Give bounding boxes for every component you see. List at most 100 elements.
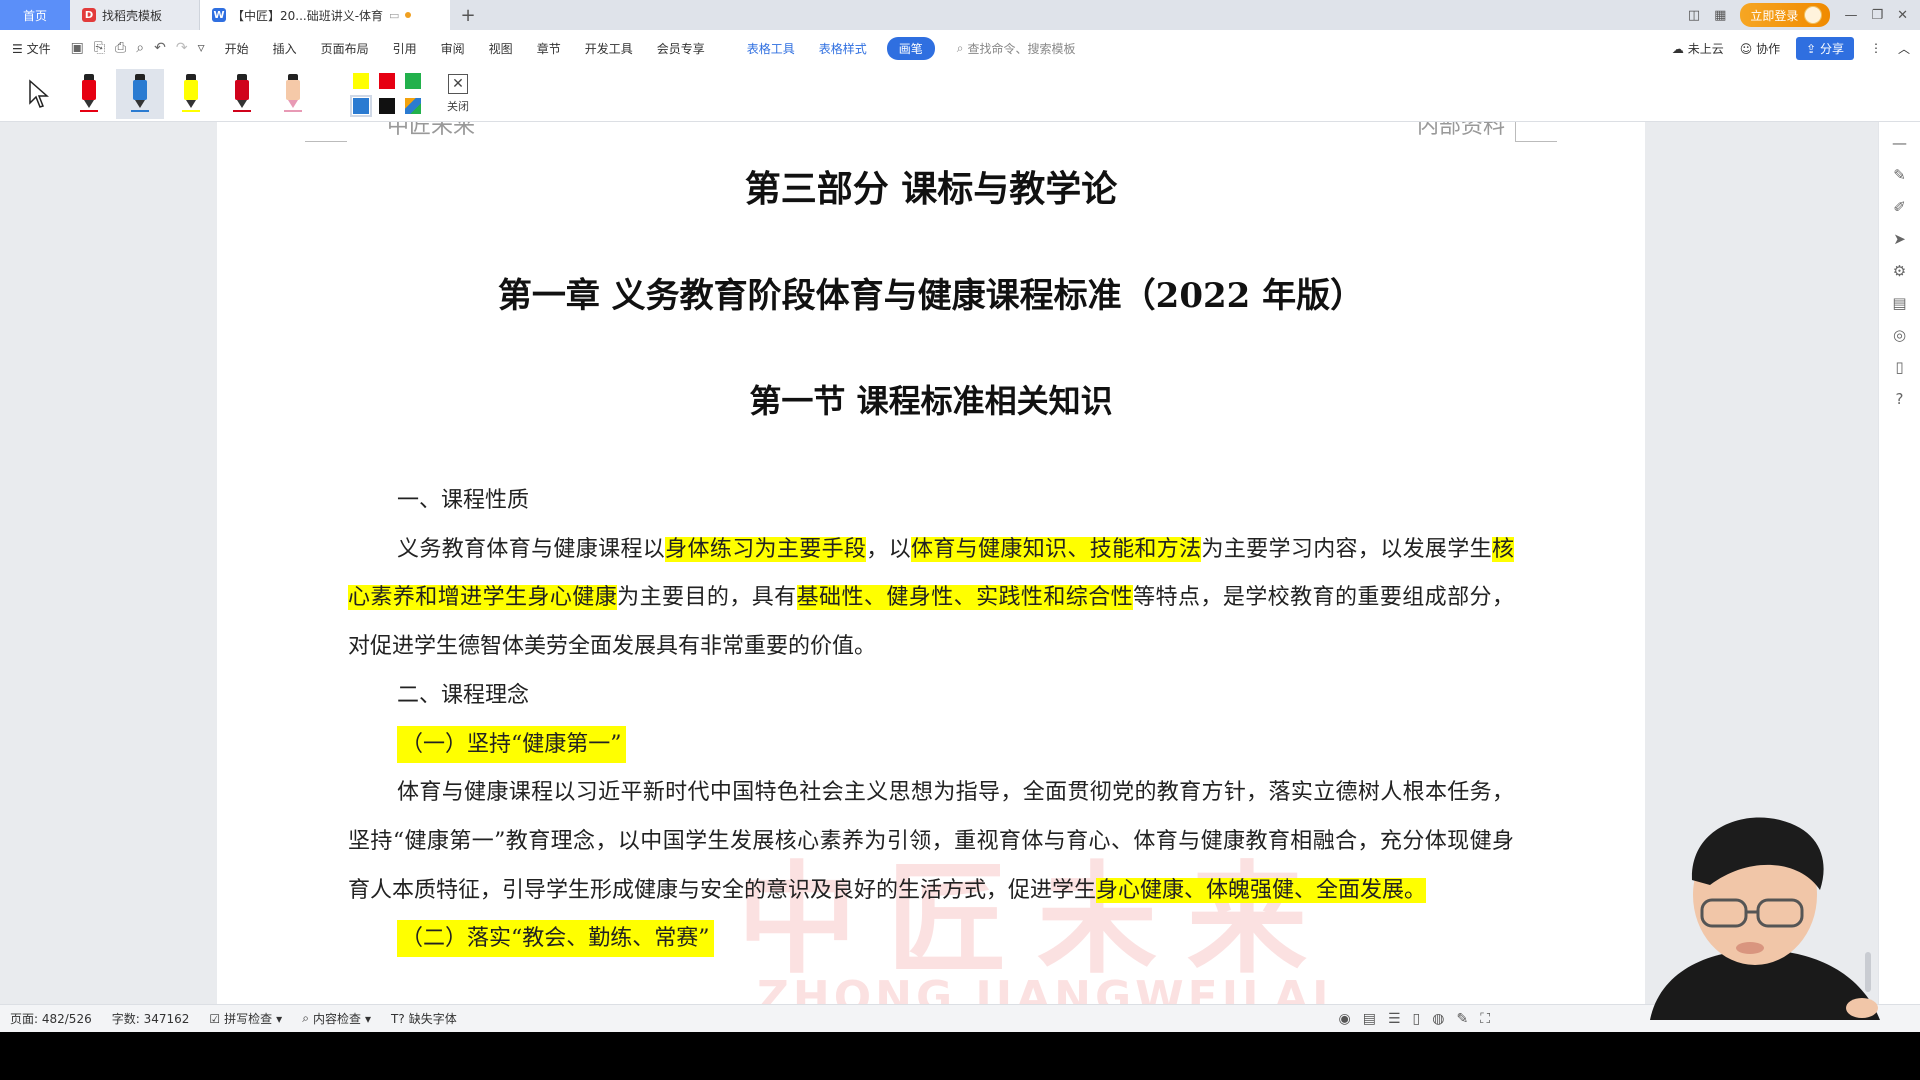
page-view-icon[interactable]: ▤ xyxy=(1363,1011,1376,1027)
content-check-icon: ⌕ xyxy=(302,1011,309,1025)
new-tab-plus: + xyxy=(460,4,476,26)
menubar-right: ☁ 未上云 ☺ 协作 ⇪ 分享 ⋮ ︿ xyxy=(1672,30,1910,66)
sidebar-select-icon[interactable]: ➤ xyxy=(1893,230,1906,248)
print-preview-icon[interactable]: ⌕ xyxy=(136,40,144,56)
sidebar-style-icon[interactable]: ✎ xyxy=(1893,166,1906,184)
sub2-highlight: （二）落实“教会、勤练、常赛” xyxy=(397,920,714,958)
sidebar-settings-icon[interactable]: ⚙ xyxy=(1893,262,1906,280)
red-highlighter-icon xyxy=(233,73,251,114)
login-button[interactable]: 立即登录 xyxy=(1740,3,1831,27)
sidebar-collapse-icon[interactable]: — xyxy=(1892,134,1907,152)
checkbox-icon: ☑ xyxy=(209,1011,221,1026)
p1-highlight-4: 基础性、健身性、实践性和综合性 xyxy=(796,585,1134,611)
menu-page-layout[interactable]: 页面布局 xyxy=(309,40,381,57)
collab-button[interactable]: ☺ 协作 xyxy=(1740,40,1780,57)
new-tab-button[interactable]: + xyxy=(450,0,486,30)
chapter-title: 第一章 义务教育阶段体育与健康课程标准（2022 年版） xyxy=(497,276,1365,316)
yellow-highlighter-icon xyxy=(182,73,200,114)
customize-chevron-icon[interactable]: ▿ xyxy=(198,40,205,56)
sidebar-book-icon[interactable]: ▯ xyxy=(1895,358,1903,376)
collapse-ribbon-icon[interactable]: ︿ xyxy=(1898,40,1910,57)
hamburger-icon: ☰ xyxy=(12,41,23,56)
color-swatches xyxy=(350,73,421,117)
swatch-black[interactable] xyxy=(379,98,395,114)
cloud-status[interactable]: ☁ 未上云 xyxy=(1672,40,1724,57)
command-search[interactable]: ⌕ 查找命令、搜索模板 xyxy=(943,40,1076,57)
pen-blue-tool[interactable] xyxy=(116,68,164,119)
menu-pen-tab[interactable]: 画笔 xyxy=(886,36,935,60)
read-view-icon[interactable]: ▯ xyxy=(1413,1011,1421,1027)
menu-start[interactable]: 开始 xyxy=(213,40,261,57)
titlebar-right: ◫ ▦ 立即登录 — ❐ ✕ xyxy=(1688,0,1920,30)
layout-toggle-icon[interactable]: ◫ xyxy=(1688,8,1700,23)
menu-chapter[interactable]: 章节 xyxy=(525,40,573,57)
highlighter-red-tool[interactable] xyxy=(218,69,266,119)
apps-grid-icon[interactable]: ▦ xyxy=(1714,8,1726,23)
menu-insert[interactable]: 插入 xyxy=(261,40,309,57)
user-icon: ☺ xyxy=(1739,41,1753,56)
sidebar-pen-icon[interactable]: ✐ xyxy=(1893,198,1906,216)
menu-view[interactable]: 视图 xyxy=(477,40,525,57)
content-check[interactable]: ⌕ 内容检查 ▾ xyxy=(292,1010,381,1027)
print-icon[interactable]: ⎙ xyxy=(115,40,126,56)
export-pdf-icon[interactable]: ⎘ xyxy=(94,40,105,56)
sidebar-location-icon[interactable]: ◎ xyxy=(1893,326,1906,344)
more-icon[interactable]: ⋮ xyxy=(1870,41,1882,55)
document-page[interactable]: 中匠未来 内部资料 中匠未来 ZHONG JIANGWEILAI 第三部分 课标… xyxy=(217,122,1645,1004)
menu-references[interactable]: 引用 xyxy=(381,40,429,57)
content-check-label: 内容检查 xyxy=(312,1012,361,1026)
menu-developer[interactable]: 开发工具 xyxy=(573,40,645,57)
subheading-teach-practice: （二）落实“教会、勤练、常赛” xyxy=(348,915,1514,964)
section-title: 第一节 课程标准相关知识 xyxy=(749,382,1113,420)
menu-table-tools[interactable]: 表格工具 xyxy=(735,40,807,57)
sidebar-image-icon[interactable]: ▤ xyxy=(1892,294,1906,312)
close-pen-button[interactable]: ✕ 关闭 xyxy=(447,73,469,114)
tab-home[interactable]: 首页 xyxy=(0,0,70,30)
outline-view-icon[interactable]: ☰ xyxy=(1388,1011,1401,1027)
menu-table-style[interactable]: 表格样式 xyxy=(807,40,879,57)
fit-page-icon[interactable]: ⛶ xyxy=(1480,1011,1490,1027)
spell-check-label: 拼写检查 xyxy=(224,1012,273,1026)
save-icon[interactable]: ▣ xyxy=(71,40,84,56)
swatch-red[interactable] xyxy=(379,73,395,89)
file-menu-label: 文件 xyxy=(26,41,51,56)
share-label: 分享 xyxy=(1819,41,1844,56)
font-warning-icon: T? xyxy=(390,1011,405,1026)
tab-document[interactable]: W 【中匠】20...础班讲义-体育 ▭ xyxy=(200,0,450,30)
cloud-label: 未上云 xyxy=(1687,41,1724,56)
share-icon: ⇪ xyxy=(1806,41,1817,56)
comment-bubble-icon[interactable]: ▭ xyxy=(389,9,399,22)
pen-red-tool[interactable] xyxy=(65,69,113,119)
page-count[interactable]: 页面: 482/526 xyxy=(0,1010,102,1027)
swatch-blue[interactable] xyxy=(350,95,372,117)
redo-icon[interactable]: ↷ xyxy=(176,40,188,56)
restore-icon[interactable]: ❐ xyxy=(1871,8,1883,23)
tab-template-store[interactable]: D 找稻壳模板 xyxy=(70,0,200,30)
pen-toolbar: ✕ 关闭 xyxy=(0,66,1920,122)
sidebar-help-icon[interactable]: ? xyxy=(1896,390,1904,408)
close-window-icon[interactable]: ✕ xyxy=(1897,8,1908,23)
share-button[interactable]: ⇪ 分享 xyxy=(1796,36,1854,60)
eye-protect-icon[interactable]: ◉ xyxy=(1339,1011,1351,1027)
eraser-tool[interactable] xyxy=(269,69,317,119)
swatch-green[interactable] xyxy=(405,73,421,89)
swatch-yellow[interactable] xyxy=(353,73,369,89)
page-corner-mark-right xyxy=(1515,122,1557,142)
web-view-icon[interactable]: ◍ xyxy=(1432,1011,1444,1027)
undo-icon[interactable]: ↶ xyxy=(154,40,166,56)
select-pointer-tool[interactable] xyxy=(14,69,62,119)
swatch-more-colors[interactable] xyxy=(405,98,421,114)
menu-member[interactable]: 会员专享 xyxy=(645,40,717,57)
missing-font[interactable]: T? 缺失字体 xyxy=(381,1010,467,1027)
red-pen-icon xyxy=(80,73,98,114)
write-view-icon[interactable]: ✎ xyxy=(1456,1011,1468,1027)
p1-highlight-2: 体育与健康知识、技能和方法 xyxy=(910,536,1202,562)
spell-check[interactable]: ☑ 拼写检查 ▾ xyxy=(199,1010,292,1027)
menu-review[interactable]: 审阅 xyxy=(429,40,477,57)
minimize-icon[interactable]: — xyxy=(1844,8,1857,23)
word-count[interactable]: 字数: 347162 xyxy=(102,1010,200,1027)
file-menu[interactable]: ☰ 文件 xyxy=(0,40,63,57)
highlighter-yellow-tool[interactable] xyxy=(167,69,215,119)
wps-writer-window: 首页 D 找稻壳模板 W 【中匠】20...础班讲义-体育 ▭ + ◫ ▦ 立即… xyxy=(0,0,1920,1032)
p1-text-2: ，以 xyxy=(866,536,911,562)
